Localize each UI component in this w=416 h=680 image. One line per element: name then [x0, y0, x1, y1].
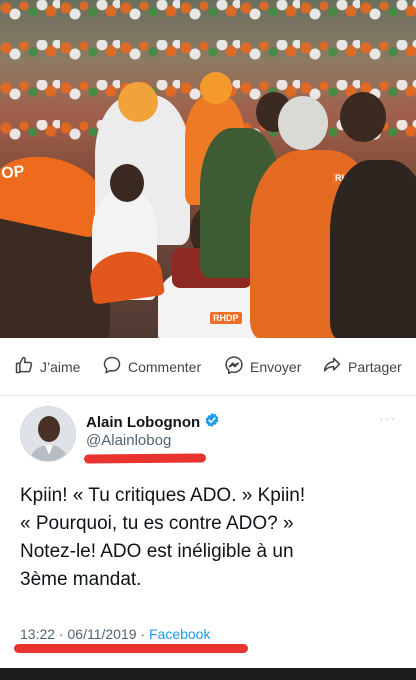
author-name: Alain Lobognon [86, 413, 201, 431]
thumbs-up-icon [14, 355, 34, 378]
bottom-edge [0, 668, 416, 680]
person-head [118, 82, 158, 122]
post-action-bar: J’aime Commenter Envoyer Partager [0, 338, 416, 396]
author-name-row[interactable]: Alain Lobognon [86, 412, 220, 432]
messenger-icon [224, 355, 244, 378]
tweet-line: 3ème mandat. [20, 569, 142, 590]
tweet-meta: 13:22 · 06/11/2019 · Facebook [20, 626, 210, 642]
verified-badge-icon [204, 412, 220, 432]
tweet-line: Notez-le! ADO est inéligible à un [20, 541, 294, 562]
rhdp-badge: RHDP [210, 312, 242, 324]
tweet-card: Alain Lobognon @Alainlobog ··· Kpiin! « … [0, 396, 416, 668]
like-button[interactable]: J’aime [8, 347, 86, 387]
tweet-line: « Pourquoi, tu es contre ADO? » [20, 513, 294, 534]
tweet-date[interactable]: 06/11/2019 [68, 626, 137, 642]
send-label: Envoyer [250, 358, 302, 375]
meta-separator: · [136, 626, 149, 642]
meta-separator: · [55, 626, 68, 642]
speech-bubble-icon [102, 355, 122, 378]
annotation-underline [83, 453, 207, 464]
more-dots-icon[interactable]: ··· [379, 410, 396, 426]
person-head [110, 164, 144, 202]
person-right [330, 160, 416, 338]
comment-button[interactable]: Commenter [96, 347, 207, 387]
tweet-text: Kpiin! « Tu critiques ADO. » Kpiin! « Po… [20, 482, 400, 594]
author-handle[interactable]: @Alainlobog [86, 432, 171, 449]
share-label: Partager [348, 358, 402, 375]
send-button[interactable]: Envoyer [218, 347, 307, 387]
share-button[interactable]: Partager [316, 347, 408, 387]
annotation-underline [14, 644, 248, 653]
post-photo[interactable]: OP RHDP RHDP [0, 0, 416, 338]
tweet-time[interactable]: 13:22 [20, 626, 55, 642]
cap-text: OP [0, 163, 26, 183]
share-arrow-icon [322, 355, 342, 378]
person-head [340, 92, 386, 142]
like-label: J’aime [40, 358, 81, 375]
tweet-line: Kpiin! « Tu critiques ADO. » Kpiin! [20, 485, 306, 506]
person-head [278, 96, 328, 150]
person-head [200, 72, 232, 104]
comment-label: Commenter [128, 358, 202, 375]
avatar[interactable] [20, 406, 76, 462]
tweet-source-link[interactable]: Facebook [149, 626, 210, 642]
